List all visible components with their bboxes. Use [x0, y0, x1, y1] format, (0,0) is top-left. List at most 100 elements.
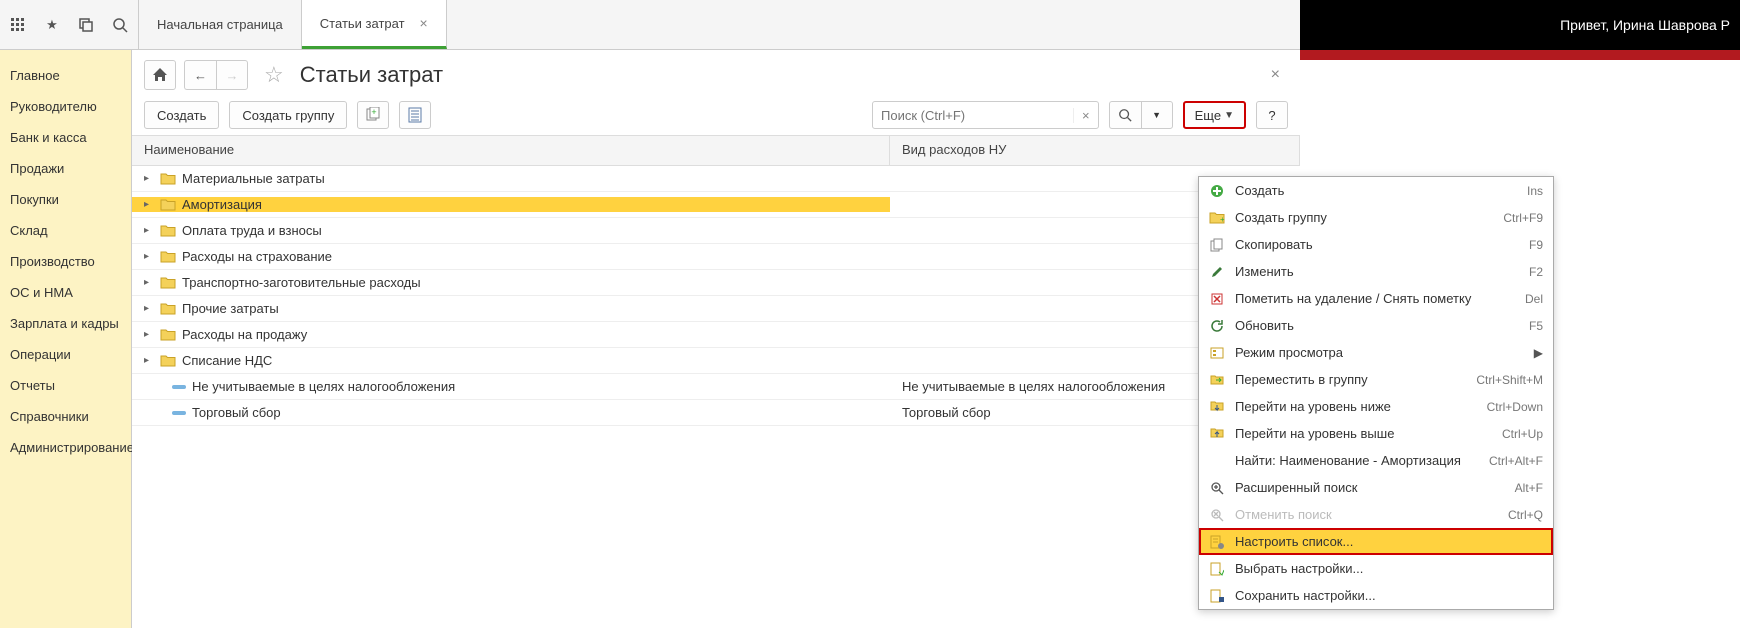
- menu-item-icon: [1209, 237, 1225, 253]
- sidebar-item-main[interactable]: Главное: [0, 60, 131, 91]
- table-row[interactable]: Торговый сборТорговый сбор: [132, 400, 1300, 426]
- help-button[interactable]: ?: [1256, 101, 1288, 129]
- expand-icon[interactable]: ▸: [144, 355, 154, 366]
- menu-item[interactable]: Режим просмотра▶: [1199, 339, 1553, 366]
- menu-item[interactable]: СкопироватьF9: [1199, 231, 1553, 258]
- folder-icon: [160, 172, 176, 185]
- close-page-icon[interactable]: ×: [1263, 66, 1288, 84]
- forward-button[interactable]: →: [216, 60, 248, 90]
- column-type[interactable]: Вид расходов НУ: [890, 136, 1300, 165]
- row-label: Не учитываемые в целях налогообложения: [192, 379, 455, 394]
- table-row[interactable]: ▸Амортизация: [132, 192, 1300, 218]
- sidebar-item-payroll[interactable]: Зарплата и кадры: [0, 308, 131, 339]
- tab-home[interactable]: Начальная страница: [139, 0, 302, 49]
- sidebar-item-warehouse[interactable]: Склад: [0, 215, 131, 246]
- menu-item[interactable]: Сохранить настройки...: [1199, 582, 1553, 609]
- star-icon[interactable]: ★: [42, 15, 62, 35]
- row-label: Прочие затраты: [182, 301, 279, 316]
- back-button[interactable]: ←: [184, 60, 216, 90]
- menu-item-icon: [1209, 264, 1225, 280]
- sidebar-item-manager[interactable]: Руководителю: [0, 91, 131, 122]
- table-row[interactable]: ▸Списание НДС: [132, 348, 1300, 374]
- folder-icon: [160, 276, 176, 289]
- folder-icon: [160, 198, 176, 211]
- table-row[interactable]: Не учитываемые в целях налогообложенияНе…: [132, 374, 1300, 400]
- column-name[interactable]: Наименование: [132, 136, 890, 165]
- menu-item[interactable]: Пометить на удаление / Снять пометкуDel: [1199, 285, 1553, 312]
- caret-down-icon: ▼: [1224, 110, 1234, 121]
- search-icon[interactable]: [110, 15, 130, 35]
- tab-articles[interactable]: Статьи затрат ×: [302, 0, 447, 49]
- sidebar-item-operations[interactable]: Операции: [0, 339, 131, 370]
- greeting-text: Привет, Ирина Шаврова Р: [1560, 17, 1730, 33]
- menu-item[interactable]: ОбновитьF5: [1199, 312, 1553, 339]
- create-group-button[interactable]: Создать группу: [229, 101, 347, 129]
- expand-icon[interactable]: ▸: [144, 303, 154, 314]
- sidebar-item-references[interactable]: Справочники: [0, 401, 131, 432]
- row-label: Транспортно-заготовительные расходы: [182, 275, 421, 290]
- menu-item-icon: [1209, 561, 1225, 577]
- sidebar-item-production[interactable]: Производство: [0, 246, 131, 277]
- menu-item-icon: [1209, 399, 1225, 415]
- sidebar-item-sales[interactable]: Продажи: [0, 153, 131, 184]
- copy-button[interactable]: +: [357, 101, 389, 129]
- menu-item[interactable]: Переместить в группуCtrl+Shift+M: [1199, 366, 1553, 393]
- sidebar-item-admin[interactable]: Администрирование: [0, 432, 131, 463]
- menu-item[interactable]: Выбрать настройки...: [1199, 555, 1553, 582]
- sidebar-item-reports[interactable]: Отчеты: [0, 370, 131, 401]
- menu-item[interactable]: СоздатьIns: [1199, 177, 1553, 204]
- row-label: Расходы на страхование: [182, 249, 332, 264]
- expand-icon[interactable]: ▸: [144, 225, 154, 236]
- menu-item-icon: [1209, 534, 1225, 550]
- menu-item-icon: [1209, 291, 1225, 307]
- menu-item-label: Пометить на удаление / Снять пометку: [1235, 291, 1515, 306]
- table-row[interactable]: ▸ Транспортно-заготовительные расходы: [132, 270, 1300, 296]
- list-button[interactable]: [399, 101, 431, 129]
- more-button[interactable]: Еще▼: [1183, 101, 1246, 129]
- menu-item-icon: +: [1209, 210, 1225, 226]
- table-row[interactable]: ▸Расходы на продажу: [132, 322, 1300, 348]
- create-button[interactable]: Создать: [144, 101, 219, 129]
- menu-item-icon: [1209, 453, 1225, 469]
- tab-close-icon[interactable]: ×: [420, 15, 428, 31]
- apps-icon[interactable]: [8, 15, 28, 35]
- row-label: Оплата труда и взносы: [182, 223, 322, 238]
- table-row[interactable]: ▸ Расходы на страхование: [132, 244, 1300, 270]
- sidebar-item-purchases[interactable]: Покупки: [0, 184, 131, 215]
- favorite-star-icon[interactable]: ☆: [264, 62, 284, 88]
- menu-item-label: Переместить в группу: [1235, 372, 1466, 387]
- menu-item[interactable]: Перейти на уровень вышеCtrl+Up: [1199, 420, 1553, 447]
- menu-item-shortcut: Ctrl+Up: [1502, 427, 1543, 441]
- menu-item[interactable]: Расширенный поискAlt+F: [1199, 474, 1553, 501]
- folder-icon: [160, 328, 176, 341]
- home-button[interactable]: [144, 60, 176, 90]
- history-icon[interactable]: [76, 15, 96, 35]
- sidebar-item-assets[interactable]: ОС и НМА: [0, 277, 131, 308]
- menu-item[interactable]: Перейти на уровень нижеCtrl+Down: [1199, 393, 1553, 420]
- expand-icon[interactable]: ▸: [144, 251, 154, 262]
- table-row[interactable]: ▸ Прочие затраты: [132, 296, 1300, 322]
- search-input-wrapper: ×: [872, 101, 1099, 129]
- menu-item-shortcut: F5: [1529, 319, 1543, 333]
- expand-icon[interactable]: ▸: [144, 329, 154, 340]
- menu-item[interactable]: Настроить список...: [1199, 528, 1553, 555]
- table-row[interactable]: ▸Материальные затраты: [132, 166, 1300, 192]
- table-row[interactable]: ▸ Оплата труда и взносы: [132, 218, 1300, 244]
- item-icon: [172, 411, 186, 415]
- expand-icon[interactable]: ▸: [144, 173, 154, 184]
- page-title: Статьи затрат: [300, 62, 443, 88]
- menu-item[interactable]: Найти: Наименование - Амортизация Ctrl+Al…: [1199, 447, 1553, 474]
- folder-icon: [160, 224, 176, 237]
- menu-item-label: Расширенный поиск: [1235, 480, 1505, 495]
- menu-item[interactable]: ИзменитьF2: [1199, 258, 1553, 285]
- menu-item-shortcut: Ctrl+Alt+F: [1489, 454, 1543, 468]
- expand-icon[interactable]: ▸: [144, 199, 154, 210]
- find-dropdown-button[interactable]: ▼: [1141, 101, 1173, 129]
- find-button[interactable]: [1109, 101, 1141, 129]
- expand-icon[interactable]: ▸: [144, 277, 154, 288]
- sidebar-item-bank[interactable]: Банк и касса: [0, 122, 131, 153]
- menu-item-label: Найти: Наименование - Амортизация: [1235, 453, 1479, 468]
- clear-search-icon[interactable]: ×: [1073, 108, 1098, 123]
- search-input[interactable]: [873, 108, 1073, 123]
- menu-item[interactable]: +Создать группуCtrl+F9: [1199, 204, 1553, 231]
